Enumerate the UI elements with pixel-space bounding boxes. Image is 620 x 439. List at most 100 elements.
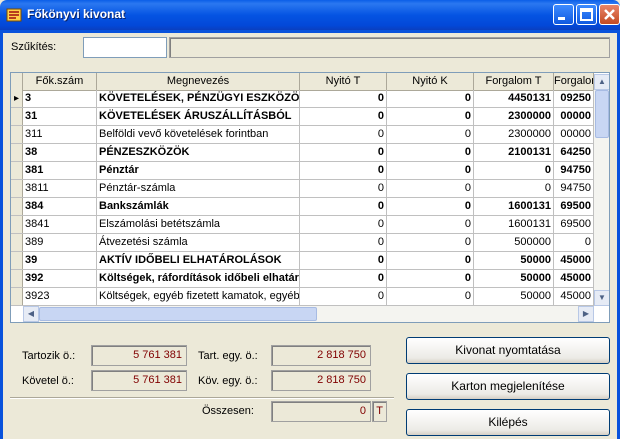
- table-row[interactable]: ▸ 3 KÖVETELÉSEK, PÉNZÜGYI ESZKÖZÖK 0 0 445013…: [11, 90, 594, 108]
- grand-total-field: 0: [271, 401, 371, 422]
- scroll-up-button[interactable]: ▲: [594, 74, 609, 90]
- table-row[interactable]: 39 AKTÍV IDŐBELI ELHATÁROLÁSOK 0 0 50000 4500…: [11, 252, 594, 270]
- cell-turnover-credit: 00000: [554, 108, 594, 125]
- scroll-down-button[interactable]: ▼: [594, 290, 609, 306]
- cell-name: AKTÍV IDŐBELI ELHATÁROLÁSOK: [97, 252, 300, 269]
- cell-turnover-debit: 2300000: [474, 108, 554, 125]
- cell-name: Költségek, ráfordítások időbeli elhatáro…: [97, 270, 300, 287]
- print-statement-button[interactable]: Kivonat nyomtatása: [406, 337, 610, 364]
- table-row[interactable]: 3811 Pénztár-számla 0 0 0 94750: [11, 180, 594, 198]
- show-card-button[interactable]: Karton megjelenítése: [406, 373, 610, 400]
- close-button[interactable]: [599, 4, 620, 25]
- vertical-scroll-thumb[interactable]: [595, 90, 609, 138]
- credit-balance-label: Köv. egy. ö.:: [198, 375, 258, 387]
- cell-opening-credit: 0: [387, 126, 474, 143]
- vertical-scrollbar[interactable]: ▲ ▼: [594, 74, 609, 306]
- cell-opening-debit: 0: [300, 90, 387, 107]
- totals-separator: [10, 397, 394, 399]
- filter-input[interactable]: [83, 37, 167, 58]
- cell-opening-debit: 0: [300, 162, 387, 179]
- cell-opening-debit: 0: [300, 108, 387, 125]
- cell-name: Elszámolási betétszámla: [97, 216, 300, 233]
- cell-turnover-credit: 45000: [554, 252, 594, 269]
- cell-opening-credit: 0: [387, 234, 474, 251]
- exit-button[interactable]: Kilépés: [406, 409, 610, 436]
- row-indicator: [11, 180, 23, 197]
- table-row[interactable]: 311 Belföldi vevő követelések forintban 0 0…: [11, 126, 594, 144]
- horizontal-scroll-thumb[interactable]: [39, 307, 317, 321]
- cell-opening-credit: 0: [387, 180, 474, 197]
- header-opening-credit[interactable]: Nyitó K: [387, 73, 474, 90]
- table-row[interactable]: 3923 Költségek, egyéb fizetett kamatok, e…: [11, 288, 594, 306]
- credit-total-label: Követel ö.:: [22, 375, 74, 387]
- table-row[interactable]: 389 Átvezetési számla 0 0 500000 0: [11, 234, 594, 252]
- cell-account-number: 3923: [23, 288, 97, 305]
- cell-name: Pénztár-számla: [97, 180, 300, 197]
- row-indicator: [11, 144, 23, 161]
- cell-name: KÖVETELÉSEK ÁRUSZÁLLÍTÁSBÓL: [97, 108, 300, 125]
- row-indicator: [11, 288, 23, 305]
- current-row-indicator-icon: ▸: [11, 90, 23, 107]
- table-row[interactable]: 384 Bankszámlák 0 0 1600131 69500: [11, 198, 594, 216]
- cell-turnover-credit: 45000: [554, 270, 594, 287]
- header-turnover-credit[interactable]: Forgalom: [554, 73, 594, 90]
- cell-turnover-credit: 69500: [554, 198, 594, 215]
- cell-opening-credit: 0: [387, 252, 474, 269]
- cell-opening-debit: 0: [300, 288, 387, 305]
- filter-display-field: [169, 37, 610, 58]
- cell-opening-credit: 0: [387, 144, 474, 161]
- cell-account-number: 384: [23, 198, 97, 215]
- table-row[interactable]: 3841 Elszámolási betétszámla 0 0 1600131 6950…: [11, 216, 594, 234]
- cell-turnover-credit: 94750: [554, 180, 594, 197]
- scroll-right-button[interactable]: ▶: [578, 306, 594, 322]
- header-opening-debit[interactable]: Nyitó T: [300, 73, 387, 90]
- cell-turnover-debit: 50000: [474, 252, 554, 269]
- cell-turnover-credit: 09250: [554, 90, 594, 107]
- debit-total-field: 5 761 381: [91, 345, 187, 366]
- row-indicator: [11, 252, 23, 269]
- cell-opening-credit: 0: [387, 216, 474, 233]
- cell-name: PÉNZESZKÖZÖK: [97, 144, 300, 161]
- cell-opening-credit: 0: [387, 198, 474, 215]
- debit-balance-field: 2 818 750: [271, 345, 371, 366]
- cell-account-number: 389: [23, 234, 97, 251]
- cell-turnover-debit: 50000: [474, 270, 554, 287]
- row-indicator: [11, 216, 23, 233]
- scroll-left-button[interactable]: ◀: [23, 306, 39, 322]
- window-frame-bottom: [0, 30, 620, 33]
- cell-account-number: 381: [23, 162, 97, 179]
- title-bar[interactable]: Főkönyvi kivonat: [0, 0, 620, 30]
- cell-turnover-credit: 45000: [554, 288, 594, 305]
- table-row[interactable]: 38 PÉNZESZKÖZÖK 0 0 2100131 64250: [11, 144, 594, 162]
- minimize-icon: [558, 17, 565, 20]
- cell-name: Bankszámlák: [97, 198, 300, 215]
- row-indicator: [11, 270, 23, 287]
- credit-total-value: 5 761 381: [133, 374, 182, 386]
- row-indicator: [11, 126, 23, 143]
- debit-total-value: 5 761 381: [133, 349, 182, 361]
- row-indicator: [11, 108, 23, 125]
- maximize-button[interactable]: [576, 4, 597, 25]
- minimize-button[interactable]: [553, 4, 574, 25]
- accounts-grid[interactable]: Fők.szám Megnevezés Nyitó T Nyitó K Forg…: [10, 72, 610, 323]
- cell-opening-credit: 0: [387, 90, 474, 107]
- header-account-number[interactable]: Fők.szám: [23, 73, 97, 90]
- header-name[interactable]: Megnevezés: [97, 73, 300, 90]
- header-turnover-debit[interactable]: Forgalom T: [474, 73, 554, 90]
- table-row[interactable]: 381 Pénztár 0 0 0 94750: [11, 162, 594, 180]
- cell-turnover-debit: 2100131: [474, 144, 554, 161]
- grand-total-label: Összesen:: [202, 405, 254, 417]
- cell-account-number: 3: [23, 90, 97, 107]
- cell-turnover-debit: 0: [474, 180, 554, 197]
- table-row[interactable]: 31 KÖVETELÉSEK ÁRUSZÁLLÍTÁSBÓL 0 0 2300000 00…: [11, 108, 594, 126]
- horizontal-scrollbar[interactable]: ◀ ▶: [23, 306, 594, 322]
- cell-turnover-debit: 500000: [474, 234, 554, 251]
- cell-name: Költségek, egyéb fizetett kamatok, egyéb: [97, 288, 300, 305]
- grand-total-side-field: T: [372, 401, 387, 422]
- cell-turnover-debit: 0: [474, 162, 554, 179]
- cell-opening-debit: 0: [300, 144, 387, 161]
- cell-turnover-debit: 1600131: [474, 216, 554, 233]
- app-icon: [6, 8, 22, 22]
- table-row[interactable]: 392 Költségek, ráfordítások időbeli elhat…: [11, 270, 594, 288]
- cell-name: Pénztár: [97, 162, 300, 179]
